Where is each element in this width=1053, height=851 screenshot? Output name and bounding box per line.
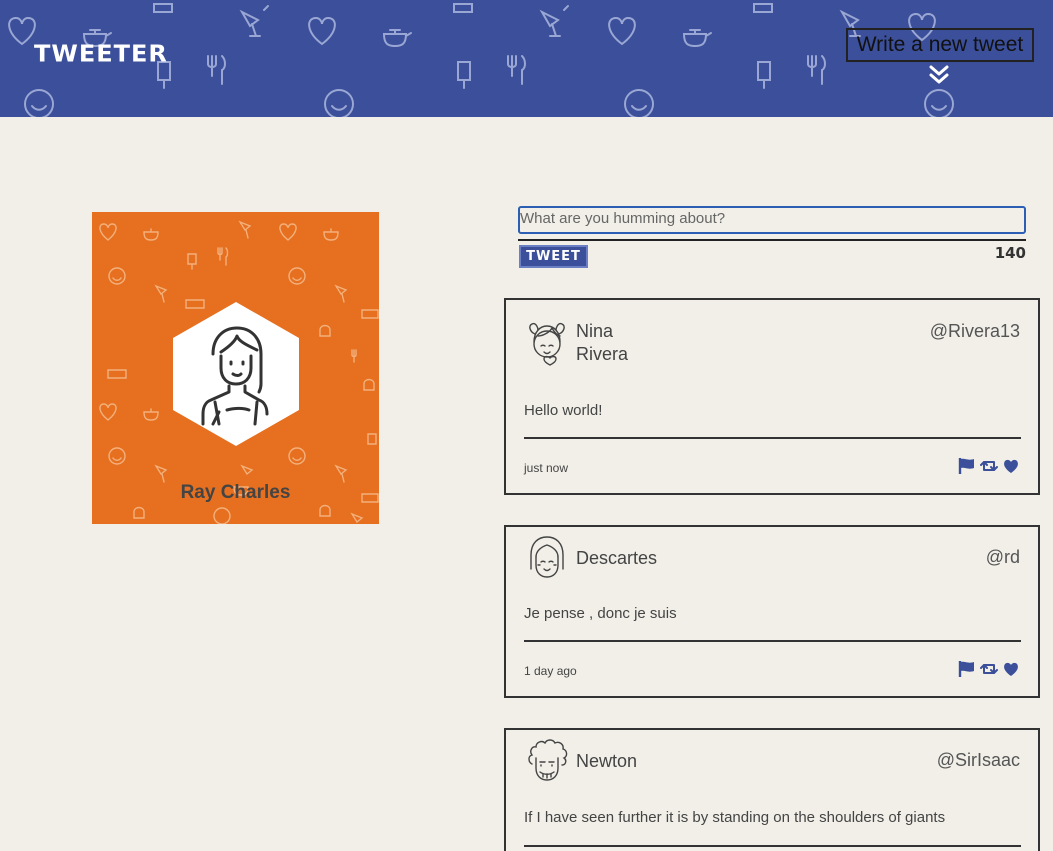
tweet-text: Hello world! bbox=[524, 402, 603, 419]
profile-name: Ray Charles bbox=[180, 482, 291, 503]
tweet-card: Newton @SirIsaac If I have seen further … bbox=[504, 728, 1040, 851]
tweet-actions bbox=[958, 660, 1020, 678]
double-chevron-down-icon[interactable] bbox=[928, 64, 950, 86]
girl-avatar-icon bbox=[529, 322, 565, 366]
tweet-card: Nina Rivera @Rivera13 Hello world! just … bbox=[504, 298, 1040, 495]
tweet-author-name: Newton bbox=[576, 751, 638, 771]
tweet-divider bbox=[524, 845, 1021, 847]
retweet-icon[interactable] bbox=[980, 660, 998, 678]
curly-hair-avatar-icon bbox=[528, 739, 568, 781]
tweet-actions bbox=[958, 457, 1020, 475]
profile-avatar bbox=[173, 302, 299, 446]
write-new-tweet-button[interactable]: Write a new tweet bbox=[846, 28, 1034, 62]
flag-icon[interactable] bbox=[958, 660, 976, 678]
retweet-icon[interactable] bbox=[980, 457, 998, 475]
tweet-divider bbox=[524, 437, 1021, 439]
composer-divider bbox=[518, 239, 1026, 241]
tweet-card: Descartes @rd Je pense , donc je suis 1 … bbox=[504, 525, 1040, 698]
tweet-timestamp: just now bbox=[524, 461, 569, 475]
tweet-author-name: Descartes bbox=[576, 548, 658, 568]
profile-card: Ray Charles bbox=[92, 212, 379, 524]
character-counter: 140 bbox=[994, 244, 1026, 262]
tweet-author-handle[interactable]: @Rivera13 bbox=[930, 321, 1020, 342]
heart-icon[interactable] bbox=[1002, 660, 1020, 678]
tweet-text: If I have seen further it is by standing… bbox=[524, 809, 946, 826]
tweet-divider bbox=[524, 640, 1021, 642]
tweet-text: Je pense , donc je suis bbox=[524, 605, 677, 622]
tweet-timestamp: 1 day ago bbox=[524, 664, 577, 678]
tweet-author-handle[interactable]: @SirIsaac bbox=[937, 750, 1020, 771]
top-nav: Tweeter Write a new tweet bbox=[0, 0, 1053, 117]
tweet-author-first-name: Nina bbox=[576, 321, 614, 341]
tweet-submit-button[interactable]: Tweet bbox=[519, 245, 588, 268]
tweet-author-last-name: Rivera bbox=[576, 344, 629, 364]
tweet-text-input[interactable] bbox=[518, 206, 1026, 234]
flag-icon[interactable] bbox=[958, 457, 976, 475]
heart-icon[interactable] bbox=[1002, 457, 1020, 475]
bob-haircut-avatar-icon bbox=[530, 536, 564, 578]
brand-logo[interactable]: Tweeter bbox=[34, 41, 168, 68]
tweet-author-handle[interactable]: @rd bbox=[986, 547, 1020, 568]
